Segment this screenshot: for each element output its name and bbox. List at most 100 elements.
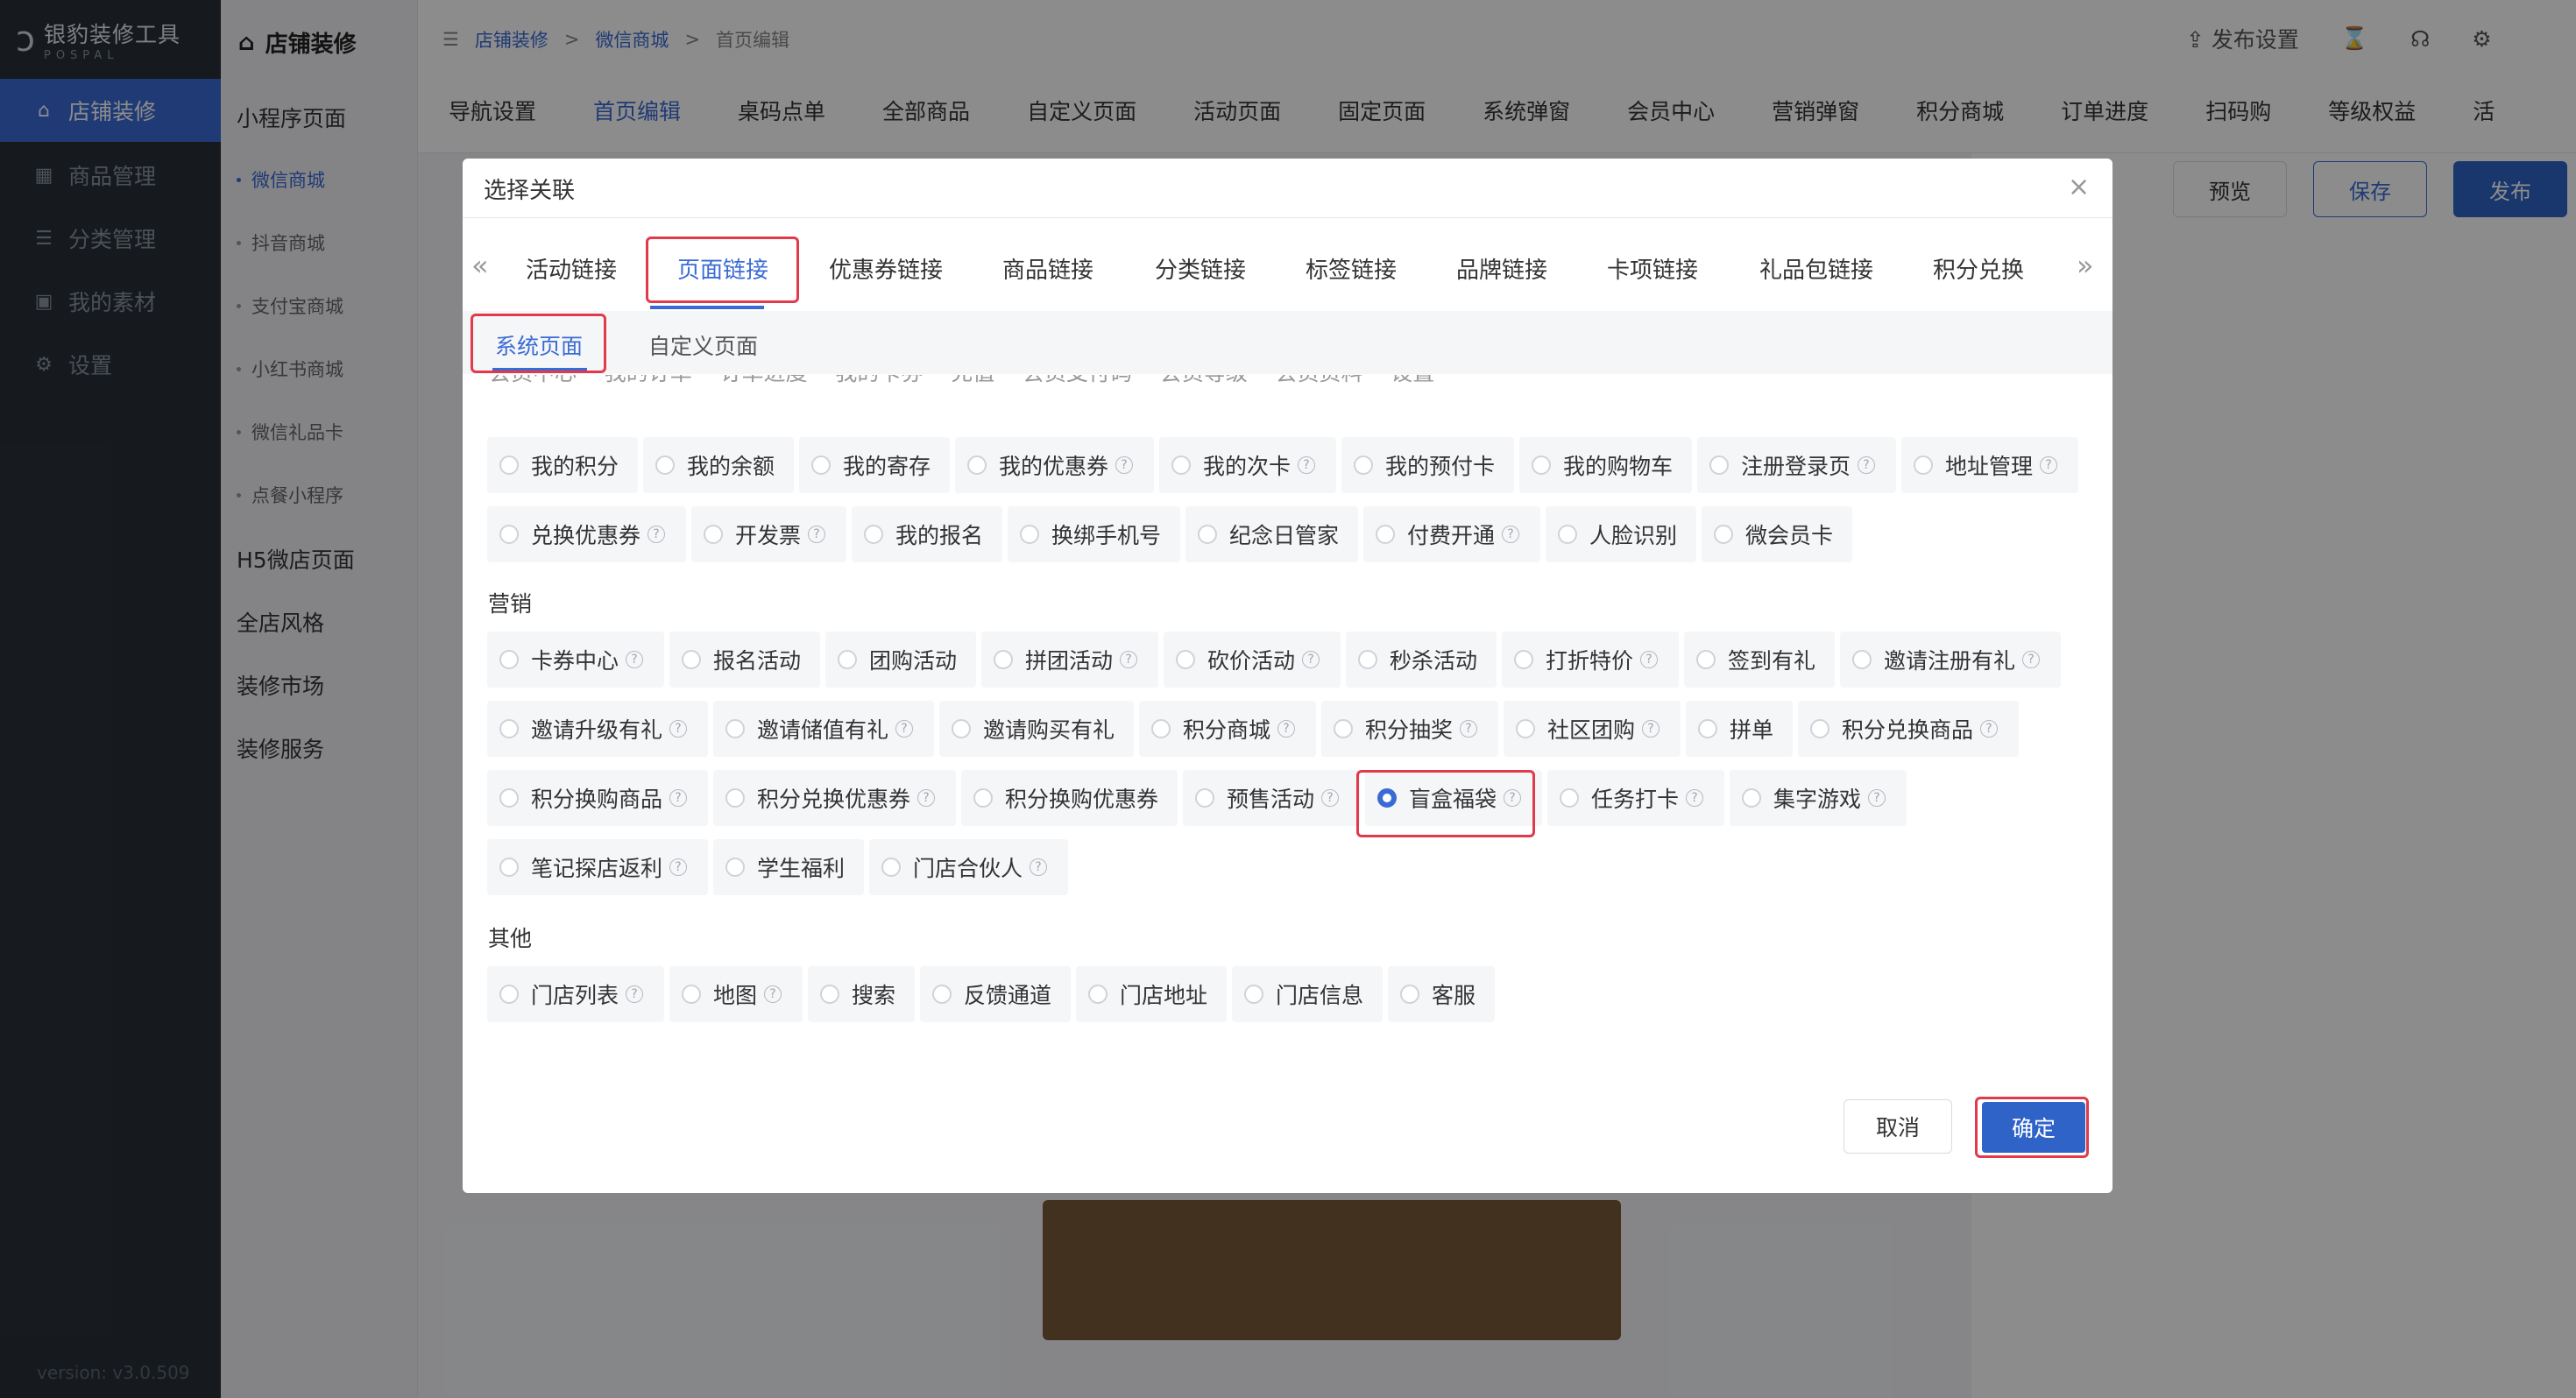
option-item[interactable]: 学生福利 — [713, 839, 864, 895]
radio-icon[interactable] — [725, 858, 745, 877]
option-item[interactable]: 预售活动? — [1183, 770, 1360, 826]
option-item[interactable]: 拼团活动? — [981, 632, 1158, 688]
radio-icon[interactable] — [1198, 525, 1217, 544]
radio-icon[interactable] — [952, 719, 971, 738]
help-icon[interactable]: ? — [1115, 456, 1134, 474]
radio-icon[interactable] — [994, 650, 1013, 669]
tab-points-exchange[interactable]: 积分兑换 — [1933, 252, 2024, 285]
option-item[interactable]: 任务打卡? — [1547, 770, 1724, 826]
option-item[interactable]: 签到有礼 — [1684, 632, 1835, 688]
close-icon[interactable]: × — [2068, 172, 2090, 202]
help-icon[interactable]: ? — [1868, 789, 1886, 807]
radio-icon[interactable] — [1088, 985, 1108, 1004]
option-item[interactable]: 客服 — [1388, 966, 1495, 1022]
radio-icon[interactable] — [1532, 455, 1551, 475]
option-item[interactable]: 积分兑换商品? — [1798, 701, 2019, 757]
help-icon[interactable]: ? — [626, 651, 644, 668]
option-item[interactable]: 我的余额 — [643, 437, 794, 493]
option-item[interactable]: 积分商城? — [1139, 701, 1316, 757]
tab-product-link[interactable]: 商品链接 — [1002, 252, 1093, 285]
option-item[interactable]: 我的优惠券? — [955, 437, 1154, 493]
option-item[interactable]: 人脸识别 — [1546, 506, 1696, 562]
option-item[interactable]: 我的预付卡 — [1341, 437, 1514, 493]
option-item[interactable]: 邀请储值有礼? — [713, 701, 934, 757]
tab-brand-link[interactable]: 品牌链接 — [1456, 252, 1547, 285]
option-item[interactable]: 门店地址 — [1076, 966, 1227, 1022]
radio-icon[interactable] — [1560, 788, 1579, 808]
radio-icon[interactable] — [682, 985, 701, 1004]
radio-icon[interactable] — [811, 455, 831, 475]
option-item[interactable]: 微会员卡 — [1702, 506, 1852, 562]
radio-icon[interactable] — [1709, 455, 1729, 475]
help-icon[interactable]: ? — [917, 789, 936, 807]
tab-coupon-link[interactable]: 优惠券链接 — [829, 252, 943, 285]
help-icon[interactable]: ? — [626, 985, 644, 1003]
radio-icon[interactable] — [1400, 985, 1419, 1004]
help-icon[interactable]: ? — [895, 720, 914, 738]
option-item[interactable]: 注册登录页? — [1697, 437, 1896, 493]
option-item[interactable]: 邀请升级有礼? — [487, 701, 708, 757]
radio-icon[interactable] — [655, 455, 675, 475]
radio-icon[interactable] — [967, 455, 987, 475]
radio-icon[interactable] — [932, 985, 952, 1004]
option-item[interactable]: 卡券中心? — [487, 632, 664, 688]
radio-icon[interactable] — [1742, 788, 1761, 808]
radio-icon[interactable] — [1852, 650, 1872, 669]
radio-icon[interactable] — [725, 788, 745, 808]
radio-icon[interactable] — [499, 858, 519, 877]
option-item[interactable]: 搜索 — [808, 966, 915, 1022]
radio-icon[interactable] — [1171, 455, 1191, 475]
option-item[interactable]: 集字游戏? — [1730, 770, 1907, 826]
radio-icon[interactable] — [499, 719, 519, 738]
radio-icon[interactable] — [973, 788, 993, 808]
help-icon[interactable]: ? — [669, 858, 688, 876]
radio-icon[interactable] — [499, 788, 519, 808]
radio-icon[interactable] — [1810, 719, 1829, 738]
option-item[interactable]: 社区团购? — [1504, 701, 1681, 757]
option-item[interactable]: 报名活动 — [669, 632, 820, 688]
help-icon[interactable]: ? — [1460, 720, 1478, 738]
option-item[interactable]: 拼单 — [1686, 701, 1793, 757]
help-icon[interactable]: ? — [669, 789, 688, 807]
radio-icon[interactable] — [1195, 788, 1214, 808]
option-item[interactable]: 积分兑换优惠券? — [713, 770, 956, 826]
radio-icon[interactable] — [1558, 525, 1577, 544]
radio-icon[interactable] — [499, 650, 519, 669]
option-item[interactable]: 门店合伙人? — [869, 839, 1068, 895]
option-item[interactable]: 积分换购优惠券 — [961, 770, 1178, 826]
option-item[interactable]: 开发票? — [691, 506, 846, 562]
option-item[interactable]: 反馈通道 — [920, 966, 1071, 1022]
help-icon[interactable]: ? — [1502, 526, 1520, 543]
option-item[interactable]: 我的寄存 — [799, 437, 950, 493]
radio-icon[interactable] — [725, 719, 745, 738]
tab-tag-link[interactable]: 标签链接 — [1306, 252, 1397, 285]
radio-icon[interactable] — [1244, 985, 1263, 1004]
option-item[interactable]: 我的购物车 — [1519, 437, 1692, 493]
radio-icon[interactable] — [499, 455, 519, 475]
option-item[interactable]: 门店列表? — [487, 966, 664, 1022]
radio-icon[interactable] — [881, 858, 901, 877]
tab-gift-link[interactable]: 礼品包链接 — [1759, 252, 1873, 285]
option-item[interactable]: 换绑手机号 — [1008, 506, 1180, 562]
option-item[interactable]: 我的次卡? — [1159, 437, 1336, 493]
option-item[interactable]: 纪念日管家 — [1185, 506, 1358, 562]
tab-category-link[interactable]: 分类链接 — [1155, 252, 1246, 285]
cancel-button[interactable]: 取消 — [1844, 1099, 1952, 1154]
option-item[interactable]: 笔记探店返利? — [487, 839, 708, 895]
radio-icon[interactable] — [838, 650, 857, 669]
help-icon[interactable]: ? — [1321, 789, 1340, 807]
help-icon[interactable]: ? — [1642, 720, 1660, 738]
radio-icon[interactable] — [1020, 525, 1039, 544]
help-icon[interactable]: ? — [648, 526, 666, 543]
option-item[interactable]: 地图? — [669, 966, 803, 1022]
radio-icon[interactable] — [820, 985, 839, 1004]
radio-icon[interactable] — [1358, 650, 1377, 669]
option-item[interactable]: 付费开通? — [1363, 506, 1540, 562]
radio-icon[interactable] — [1334, 719, 1353, 738]
option-item[interactable]: 兑换优惠券? — [487, 506, 686, 562]
chevron-left-icon[interactable]: « — [471, 249, 489, 282]
radio-icon[interactable] — [1516, 719, 1535, 738]
tab-card-link[interactable]: 卡项链接 — [1607, 252, 1698, 285]
option-item[interactable]: 地址管理? — [1901, 437, 2078, 493]
subtab-custom-page[interactable]: 自定义页面 — [648, 329, 758, 361]
